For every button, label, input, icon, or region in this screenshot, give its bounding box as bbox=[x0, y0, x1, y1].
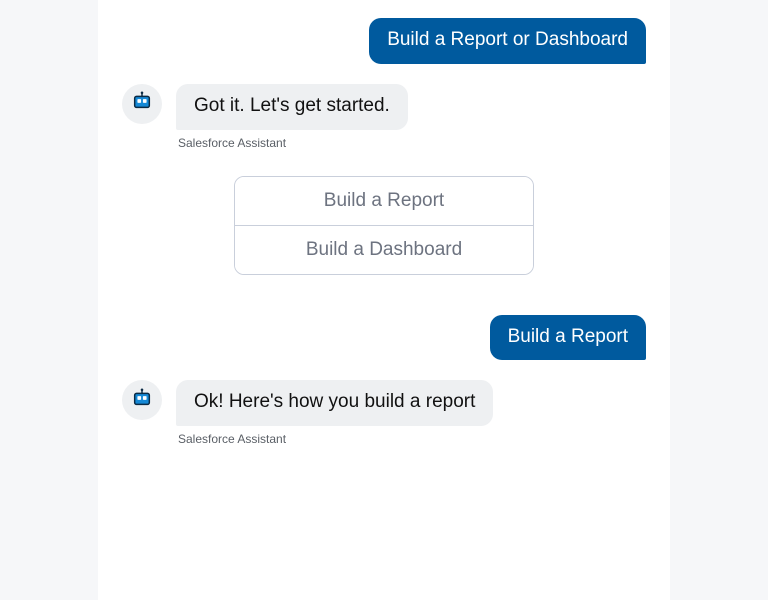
robot-icon bbox=[131, 387, 153, 414]
chat-panel: Build a Report or Dashboard Got it. Let'… bbox=[98, 0, 670, 600]
user-message-row: Build a Report or Dashboard bbox=[122, 18, 646, 64]
user-message-bubble: Build a Report bbox=[490, 315, 646, 361]
bot-avatar bbox=[122, 380, 162, 420]
bot-message-col: Ok! Here's how you build a report Salesf… bbox=[176, 380, 493, 446]
bot-avatar bbox=[122, 84, 162, 124]
user-message-row: Build a Report bbox=[122, 315, 646, 361]
bot-name-label: Salesforce Assistant bbox=[178, 136, 408, 150]
bot-message-bubble: Ok! Here's how you build a report bbox=[176, 380, 493, 426]
option-build-dashboard[interactable]: Build a Dashboard bbox=[235, 225, 533, 274]
options-block: Build a Report Build a Dashboard bbox=[122, 176, 646, 275]
bot-name-label: Salesforce Assistant bbox=[178, 432, 493, 446]
options-list: Build a Report Build a Dashboard bbox=[234, 176, 534, 275]
bot-message-bubble: Got it. Let's get started. bbox=[176, 84, 408, 130]
user-message-bubble: Build a Report or Dashboard bbox=[369, 18, 646, 64]
bot-message-row: Ok! Here's how you build a report Salesf… bbox=[122, 380, 646, 446]
robot-icon bbox=[131, 90, 153, 117]
option-build-report[interactable]: Build a Report bbox=[235, 177, 533, 225]
bot-message-row: Got it. Let's get started. Salesforce As… bbox=[122, 84, 646, 150]
bot-message-col: Got it. Let's get started. Salesforce As… bbox=[176, 84, 408, 150]
